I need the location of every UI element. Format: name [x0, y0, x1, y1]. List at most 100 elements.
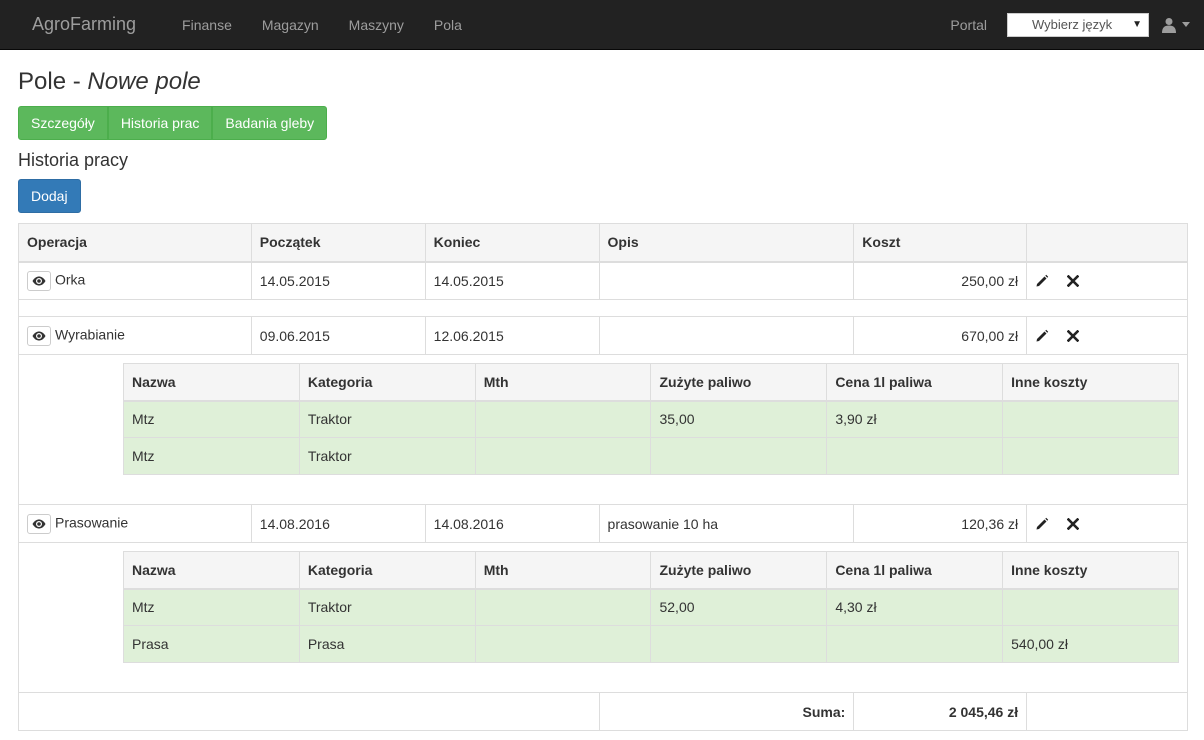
table-row: Orka 14.05.2015 14.05.2015 250,00 zł [18, 261, 1188, 300]
main-container: Pole - Nowe pole Szczegóły Historia prac… [0, 68, 1204, 731]
item-name: Mtz [123, 588, 300, 626]
cost: 250,00 zł [853, 261, 1028, 300]
item-fuel-used: 35,00 [650, 400, 828, 438]
sum-value: 2 045,46 zł [853, 692, 1028, 731]
sub-header-other-costs: Inne koszty [1002, 363, 1179, 402]
eye-icon [32, 516, 46, 532]
item-category: Traktor [298, 437, 476, 475]
row-actions [1035, 274, 1179, 288]
row-spacer-cell [18, 299, 1188, 317]
tab-details[interactable]: Szczegóły [18, 106, 108, 140]
nav-link-magazyn[interactable]: Magazyn [247, 17, 334, 33]
sub-row: Mtz Traktor [123, 437, 1179, 475]
description [598, 261, 855, 300]
delete-x-icon[interactable] [1067, 517, 1080, 530]
operation-cell: Prasowanie [18, 504, 252, 543]
sub-row: Prasa Prasa 540,00 zł [123, 625, 1179, 663]
user-icon [1161, 17, 1177, 33]
cost: 120,36 zł [853, 504, 1028, 543]
view-details-button[interactable] [27, 513, 51, 534]
actions-cell [1026, 261, 1188, 300]
nav-link-maszyny[interactable]: Maszyny [334, 17, 419, 33]
operation-cell: Orka [18, 261, 252, 300]
start-date: 14.05.2015 [250, 261, 426, 300]
end-date: 12.06.2015 [424, 316, 600, 355]
item-category: Traktor [298, 400, 476, 438]
operation-name: Orka [55, 271, 86, 288]
item-fuel-used [650, 437, 828, 475]
row-actions [1035, 517, 1179, 531]
work-history-table: Operacja Początek Koniec Opis Koszt Orka… [18, 223, 1188, 731]
actions-cell [1026, 504, 1188, 543]
item-name: Prasa [123, 625, 300, 663]
sub-header-fuel-used: Zużyte paliwo [650, 363, 828, 402]
col-header-operation: Operacja [18, 223, 252, 263]
field-tabs: Szczegóły Historia prac Badania gleby [18, 106, 328, 140]
item-other-costs: 540,00 zł [1002, 625, 1179, 663]
detail-cell: Nazwa Kategoria Mth Zużyte paliwo Cena 1… [18, 354, 1188, 505]
sum-trailing-cell [1026, 692, 1188, 731]
item-mth [474, 625, 652, 663]
sum-empty-cell [18, 692, 600, 731]
nav-link-finanse[interactable]: Finanse [167, 17, 247, 33]
sub-row: Mtz Traktor 52,00 4,30 zł [123, 588, 1179, 626]
sub-header-row: Nazwa Kategoria Mth Zużyte paliwo Cena 1… [123, 551, 1179, 590]
sub-header-fuel-price: Cena 1l paliwa [826, 363, 1004, 402]
table-header-row: Operacja Początek Koniec Opis Koszt [18, 223, 1188, 263]
sub-header-name: Nazwa [123, 363, 300, 402]
item-other-costs [1002, 588, 1179, 626]
item-mth [474, 400, 652, 438]
user-menu[interactable] [1161, 17, 1190, 33]
operation-name: Prasowanie [55, 514, 129, 531]
item-other-costs [1002, 437, 1179, 475]
item-fuel-price: 4,30 zł [826, 588, 1004, 626]
item-fuel-price [826, 625, 1004, 663]
col-header-start: Początek [250, 223, 426, 263]
item-other-costs [1002, 400, 1179, 438]
language-select[interactable]: Wybierz język ▼ [1007, 12, 1149, 37]
sub-header-mth: Mth [474, 363, 652, 402]
machine-usage-table: Nazwa Kategoria Mth Zużyte paliwo Cena 1… [123, 363, 1179, 475]
edit-pencil-icon[interactable] [1035, 329, 1049, 343]
tab-soil-tests[interactable]: Badania gleby [212, 106, 328, 140]
nav-link-portal[interactable]: Portal [935, 17, 987, 33]
nav-link-pola[interactable]: Pola [419, 17, 477, 33]
page-title-prefix: Pole - [18, 68, 88, 95]
item-mth [474, 588, 652, 626]
start-date: 09.06.2015 [250, 316, 426, 355]
operation-name: Wyrabianie [55, 326, 125, 343]
edit-pencil-icon[interactable] [1035, 517, 1049, 531]
dropdown-arrow-icon: ▼ [1132, 18, 1142, 30]
delete-x-icon[interactable] [1067, 274, 1080, 287]
detail-cell: Nazwa Kategoria Mth Zużyte paliwo Cena 1… [18, 542, 1188, 693]
operation-cell: Wyrabianie [18, 316, 252, 355]
edit-pencil-icon[interactable] [1035, 274, 1049, 288]
brand-logo[interactable]: AgroFarming [0, 14, 151, 35]
view-details-button[interactable] [27, 270, 51, 291]
sub-header-category: Kategoria [298, 363, 476, 402]
view-details-button[interactable] [27, 325, 51, 346]
end-date: 14.08.2016 [424, 504, 600, 543]
language-select-value: Wybierz język [1032, 16, 1113, 32]
sub-row: Mtz Traktor 35,00 3,90 zł [123, 400, 1179, 438]
tab-work-history[interactable]: Historia prac [107, 106, 213, 140]
item-fuel-used [650, 625, 828, 663]
description: prasowanie 10 ha [598, 504, 855, 543]
machine-usage-table: Nazwa Kategoria Mth Zużyte paliwo Cena 1… [123, 551, 1179, 663]
sub-header-category: Kategoria [298, 551, 476, 590]
sum-label: Suma: [598, 692, 855, 731]
sub-header-mth: Mth [474, 551, 652, 590]
actions-cell [1026, 316, 1188, 355]
sub-header-row: Nazwa Kategoria Mth Zużyte paliwo Cena 1… [123, 363, 1179, 402]
col-header-end: Koniec [424, 223, 600, 263]
section-title: Historia pracy [18, 150, 129, 170]
delete-x-icon[interactable] [1067, 329, 1080, 342]
item-fuel-price [826, 437, 1004, 475]
col-header-cost: Koszt [853, 223, 1028, 263]
item-name: Mtz [123, 400, 300, 438]
table-row: Wyrabianie 09.06.2015 12.06.2015 670,00 … [18, 316, 1188, 355]
add-button[interactable]: Dodaj [18, 179, 81, 213]
eye-icon [32, 328, 46, 344]
col-header-description: Opis [598, 223, 855, 263]
eye-icon [32, 273, 46, 289]
